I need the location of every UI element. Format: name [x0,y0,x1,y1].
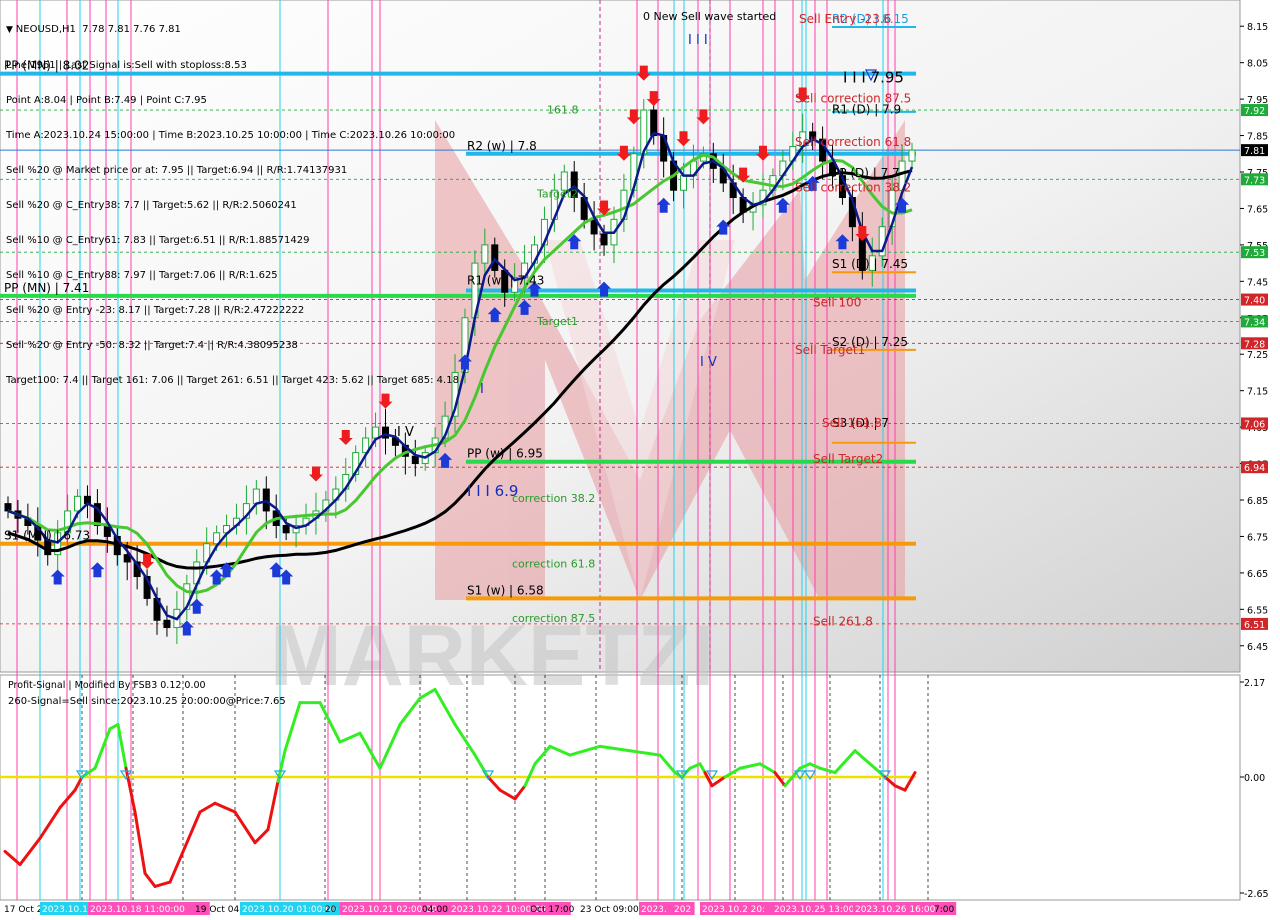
price-tick-label: 8.05 [1247,59,1268,70]
level-label: R1 (w) | 7.43 [467,274,544,288]
level-label: Sell Entry -23.6 [799,12,891,26]
wave-note: 0 New Sell wave started [643,10,776,23]
level-label: Sell correction 61.8 [795,135,911,149]
time-label: 2023.10.20 01:00:00 [242,905,337,915]
price-tick-label: 7.65 [1247,204,1268,215]
candle-body [908,149,916,162]
time-label: Oct 17:00 [530,905,575,915]
candle-body [650,109,658,137]
watermark-text: MARKETZI [270,608,714,704]
candle-body [74,495,82,512]
wave-count-label: I V [397,425,414,440]
info-line: Sell %10 @ C_Entry61: 7.83 || Target:6.5… [6,234,310,246]
time-label: 202 [674,905,691,915]
oscillator-title: Profit-Signal | Modified By FSB3 0.12 0.… [8,680,206,691]
price-badge-label: 6.94 [1244,463,1265,474]
level-label: I I I 6.9 [467,482,518,500]
candle-body [4,503,12,512]
time-label: 2023.10.18 11:00:00 [90,905,185,915]
osc-tick-label: 2.17 [1244,678,1265,689]
fib-label: correction 87.5 [512,612,595,625]
info-title-line: ▼ NEOUSD,H1 7.78 7.81 7.76 7.81 [6,24,181,36]
price-tick-label: 7.25 [1247,350,1268,361]
level-label: Sell correction 87.5 [795,91,911,105]
info-panel: ▼ NEOUSD,H1 7.78 7.81 7.76 7.81 Line:196… [6,1,459,399]
fib-label: Target2 [536,188,578,201]
info-line: Point A:8.04 | Point B:7.49 | Point C:7.… [6,94,207,106]
wave-count-label: I V [700,355,717,370]
candle-body [680,175,688,191]
level-label: S1 (D) | 7.45 [832,257,908,271]
price-tick-label: 6.75 [1247,532,1268,543]
level-label: PP (D) | 7.7 [832,166,900,180]
info-line: Sell %20 @ Entry -23: 8.17 || Target:7.2… [6,305,305,317]
price-tick-label: 8.15 [1247,22,1268,33]
price-badge-label: 7.34 [1244,317,1265,328]
time-label: 2023. [641,905,667,915]
level-label: R2 (w) | 7.8 [467,139,537,153]
price-tick-label: 6.65 [1247,569,1268,580]
fib-label: correction 61.8 [512,557,595,570]
candle-body [163,619,171,629]
info-line: Time A:2023.10.24 15:00:00 | Time B:2023… [6,129,456,141]
info-line: Target100: 7.4 || Target 161: 7.06 || Ta… [6,375,459,387]
candle-body [411,455,419,465]
wave-count-label: I [480,382,484,397]
price-tick-label: 7.15 [1247,387,1268,398]
level-label: Sell correction 38.2 [795,181,911,195]
time-label: 2023.10.2 20: [702,905,765,915]
time-label: 7:00 [934,905,954,915]
candle-body [600,233,608,246]
level-label: PP (w) | 6.95 [467,447,543,461]
level-label: Sell Target2 [813,452,883,466]
time-label: 04:00 [422,905,448,915]
level-label: Sell 261.8 [813,614,873,628]
time-axis: 17 Oct 20232023.10.172023.10.18 11:00:00… [4,902,957,915]
symbol-title: NEOUSD,H1 [15,24,76,36]
candle-body [491,244,499,271]
price-tick-label: 6.55 [1247,605,1268,616]
ohlc-values: 7.78 7.81 7.76 7.81 [82,24,181,36]
fib-label: 161.8 [547,104,579,117]
price-tick-label: 7.45 [1247,277,1268,288]
wave-count-label: I I I [688,33,708,48]
candle-body [252,488,260,505]
price-tick-label: 7.85 [1247,132,1268,143]
info-line: Sell %20 @ C_Entry38: 7.7 || Target:5.62… [6,199,297,211]
price-tick-label: 6.85 [1247,496,1268,507]
time-label: 2023.10.25 13:00 [774,905,855,915]
price-badge-label: 6.51 [1244,620,1265,631]
price-badge-label: 7.81 [1244,146,1265,157]
fib-label: correction 38.2 [512,492,595,505]
info-line: Sell %10 @ C_Entry88: 7.97 || Target:7.0… [6,270,278,282]
time-label: 2023.10.26 16:00 [855,905,936,915]
oscillator-signal-text: 260-Signal=Sell since:2023.10.25 20:00:0… [8,696,286,707]
price-tick-label: 6.45 [1247,642,1268,653]
price-badge-label: 7.53 [1244,248,1265,259]
candle-body [372,426,380,439]
level-label: S1 (w) | 6.58 [467,583,544,597]
level-label: Sell 100 [813,295,861,309]
info-line: Sell %20 @ Entry -50: 8.32 || Target:7.4… [6,340,298,352]
level-label: Sell 161.8 [822,416,882,430]
price-badge-label: 7.28 [1244,339,1265,350]
fib-label: Target1 [536,315,578,328]
info-line: Sell %20 @ Market price or at: 7.95 || T… [6,164,348,176]
price-badge-label: 7.73 [1244,175,1265,186]
price-badge-label: 7.92 [1244,106,1265,117]
candle-body [481,244,489,264]
oscillator-panel-bg [0,674,1241,901]
price-axis: 8.158.057.957.857.757.657.557.457.357.25… [1240,22,1268,653]
time-label: 2023.10.17 [42,905,94,915]
level-label: Sell Target1 [795,343,865,357]
info-line: Line:1961 | Last Signal is:Sell with sto… [6,59,247,71]
price-badge-label: 7.40 [1244,296,1265,307]
candle-body [282,525,290,534]
price-badge-label: 7.06 [1244,419,1265,430]
level-label: I I I 7.95 [843,68,904,86]
osc-tick-label: 0.00 [1244,773,1265,784]
level-label: S1 (MN) | 6.73 [4,529,90,543]
time-label: 23 Oct 09:00 [580,905,639,915]
osc-tick-label: -2.65 [1244,889,1269,900]
